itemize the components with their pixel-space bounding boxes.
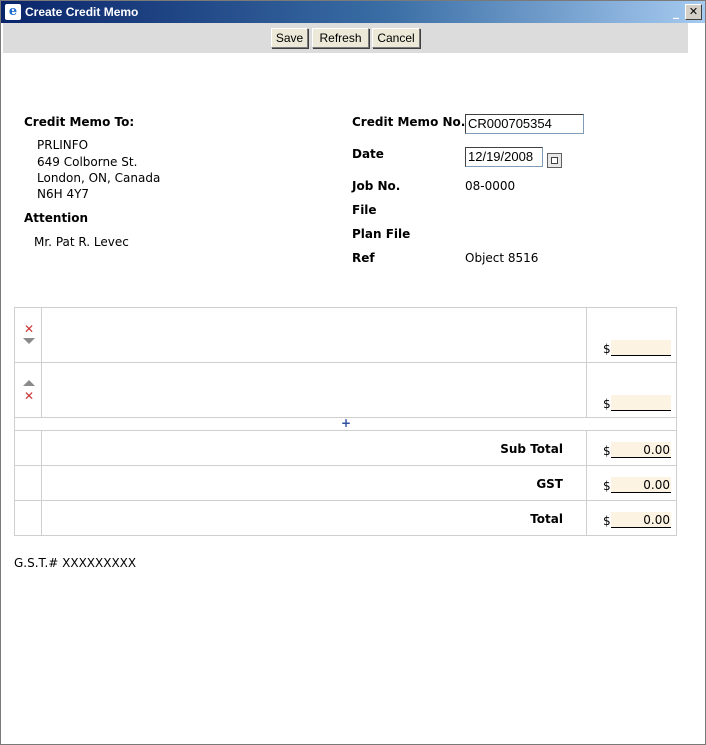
file-label: File (352, 203, 377, 217)
subtotal-label: Sub Total (500, 442, 563, 456)
gst-value: 0.00 (611, 477, 671, 493)
total-label: Total (530, 512, 563, 526)
calendar-icon (551, 157, 558, 164)
currency-symbol: $ (603, 342, 611, 356)
column-divider (41, 308, 42, 417)
remove-line-icon[interactable]: ✕ (24, 323, 34, 335)
subtotal-value: 0.00 (611, 442, 671, 458)
title-bar[interactable]: e Create Credit Memo _ ✕ (1, 1, 705, 23)
cancel-button[interactable]: Cancel (372, 28, 420, 48)
move-down-icon[interactable] (23, 338, 35, 344)
row-divider (15, 362, 676, 363)
address-line-city: London, ON, Canada (37, 171, 161, 185)
minimize-button[interactable]: _ (668, 4, 684, 20)
remove-line-icon[interactable]: ✕ (24, 390, 34, 402)
attention-value: Mr. Pat R. Levec (34, 235, 129, 249)
credit-memo-to-heading: Credit Memo To: (24, 115, 135, 129)
toolbar: Save Refresh Cancel (3, 23, 688, 53)
column-divider (586, 430, 587, 535)
calendar-picker-button[interactable] (547, 153, 562, 168)
column-divider (586, 308, 587, 417)
line-amount-input[interactable] (611, 340, 671, 356)
save-button[interactable]: Save (271, 28, 308, 48)
total-value: 0.00 (611, 512, 671, 528)
column-divider (41, 430, 42, 535)
currency-symbol: $ (603, 479, 611, 493)
ref-value: Object 8516 (465, 251, 539, 265)
add-line-icon[interactable]: + (341, 416, 351, 430)
job-number-value: 08-0000 (465, 179, 516, 193)
gst-label: GST (536, 477, 563, 491)
line-amount-input[interactable] (611, 395, 671, 411)
move-up-icon[interactable] (23, 380, 35, 386)
plan-file-label: Plan File (352, 227, 411, 241)
job-number-label: Job No. (352, 179, 401, 193)
memo-number-label: Credit Memo No. (352, 115, 466, 129)
ref-label: Ref (352, 251, 375, 265)
close-button[interactable]: ✕ (685, 4, 702, 20)
ie-app-icon: e (5, 4, 21, 20)
currency-symbol: $ (603, 444, 611, 458)
window-title: Create Credit Memo (25, 5, 139, 19)
line-items-grid: ✕ $ ✕ $ + Sub Total $ 0.00 GST $ 0.00 To… (14, 307, 677, 536)
row-divider (15, 430, 676, 431)
address-line-street: 649 Colborne St. (37, 155, 138, 169)
credit-memo-window: e Create Credit Memo _ ✕ Save Refresh Ca… (0, 0, 706, 745)
refresh-button[interactable]: Refresh (312, 28, 369, 48)
memo-number-input[interactable]: CR000705354 (465, 114, 584, 134)
row-divider (15, 500, 676, 501)
currency-symbol: $ (603, 514, 611, 528)
address-line-company: PRLINFO (37, 138, 89, 152)
gst-registration-number: G.S.T.# XXXXXXXXX (14, 556, 137, 570)
row-divider (15, 465, 676, 466)
date-label: Date (352, 147, 384, 161)
date-input[interactable]: 12/19/2008 (465, 147, 543, 167)
currency-symbol: $ (603, 397, 611, 411)
address-line-postal: N6H 4Y7 (37, 187, 90, 201)
attention-label: Attention (24, 211, 89, 225)
